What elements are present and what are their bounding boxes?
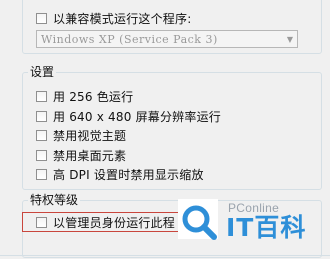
privilege-group-title: 特权等级 (28, 193, 81, 207)
run-as-admin-label: 以管理员身份运行此程 (53, 215, 176, 230)
run-as-admin-row[interactable]: 以管理员身份运行此程 (36, 214, 175, 230)
os-version-value: Windows XP (Service Pack 3) (41, 32, 218, 46)
compat-mode-row[interactable]: 以兼容模式运行这个程序: (36, 10, 191, 26)
settings-group-title: 设置 (28, 65, 57, 79)
option-640x480[interactable]: 用 640 x 480 屏幕分辨率运行 (36, 108, 221, 124)
option-256-colors[interactable]: 用 256 色运行 (36, 88, 133, 104)
compat-mode-checkbox[interactable] (36, 12, 47, 24)
option-640x480-checkbox[interactable] (36, 110, 47, 122)
option-256-colors-checkbox[interactable] (36, 90, 47, 102)
compatibility-dialog: 以兼容模式运行这个程序: Windows XP (Service Pack 3)… (0, 0, 330, 259)
option-disable-dpi-scaling-checkbox[interactable] (36, 168, 47, 180)
option-label: 禁用视觉主题 (53, 128, 127, 143)
run-as-admin-checkbox[interactable] (36, 216, 47, 228)
option-disable-visual-themes-checkbox[interactable] (36, 129, 47, 141)
divider (0, 255, 330, 256)
chevron-down-icon: ▼ (286, 34, 294, 44)
option-disable-visual-themes[interactable]: 禁用视觉主题 (36, 127, 126, 143)
os-version-select[interactable]: Windows XP (Service Pack 3) ▼ (36, 30, 298, 48)
compat-mode-label: 以兼容模式运行这个程序: (53, 11, 192, 26)
option-disable-desktop-composition[interactable]: 禁用桌面元素 (36, 147, 126, 163)
watermark-brand: IT百科 (226, 213, 307, 242)
option-label: 用 640 x 480 屏幕分辨率运行 (53, 109, 221, 124)
option-label: 禁用桌面元素 (53, 148, 127, 163)
option-disable-dpi-scaling[interactable]: 高 DPI 设置时禁用显示缩放 (36, 166, 204, 182)
option-disable-desktop-composition-checkbox[interactable] (36, 149, 47, 161)
option-label: 用 256 色运行 (53, 89, 134, 104)
search-magnifier-logo-icon (182, 205, 217, 240)
option-label: 高 DPI 设置时禁用显示缩放 (53, 167, 204, 182)
